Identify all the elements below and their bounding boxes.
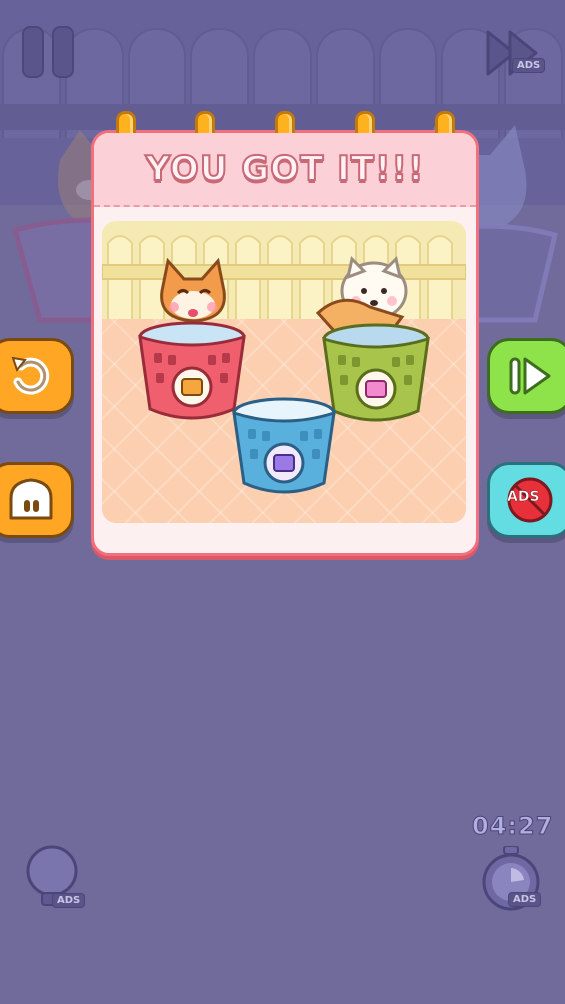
popup-title: YOU GOT IT!!! [145,148,425,190]
level-complete-popup: YOU GOT IT!!! [91,111,479,556]
level-timer: 04:27 [471,812,554,841]
pause-button[interactable] [22,26,74,78]
next-level-button[interactable] [487,338,565,414]
retry-icon [11,356,50,395]
next-icon [509,357,551,395]
skip-level-button[interactable]: ADS [486,30,546,76]
shiba-dog [160,257,226,323]
hint-ads-tag: ADS [52,893,86,908]
home-icon [9,478,53,520]
add-time-button[interactable]: ADS [480,845,542,912]
result-illustration [102,221,466,523]
no-ads-label: ADS [507,489,540,506]
white-dog [315,256,408,335]
home-button[interactable] [0,462,74,538]
time-ads-tag: ADS [508,892,542,907]
skip-ads-tag: ADS [512,58,546,73]
remove-ads-button[interactable]: ADS [487,462,565,538]
retry-button[interactable] [0,338,74,414]
hint-button[interactable]: ADS [26,845,86,911]
blue-laundry-basket [232,397,336,494]
pause-icon [22,26,44,78]
green-laundry-basket [322,323,430,422]
red-laundry-basket [138,321,246,420]
popup-header: YOU GOT IT!!! [94,133,476,207]
